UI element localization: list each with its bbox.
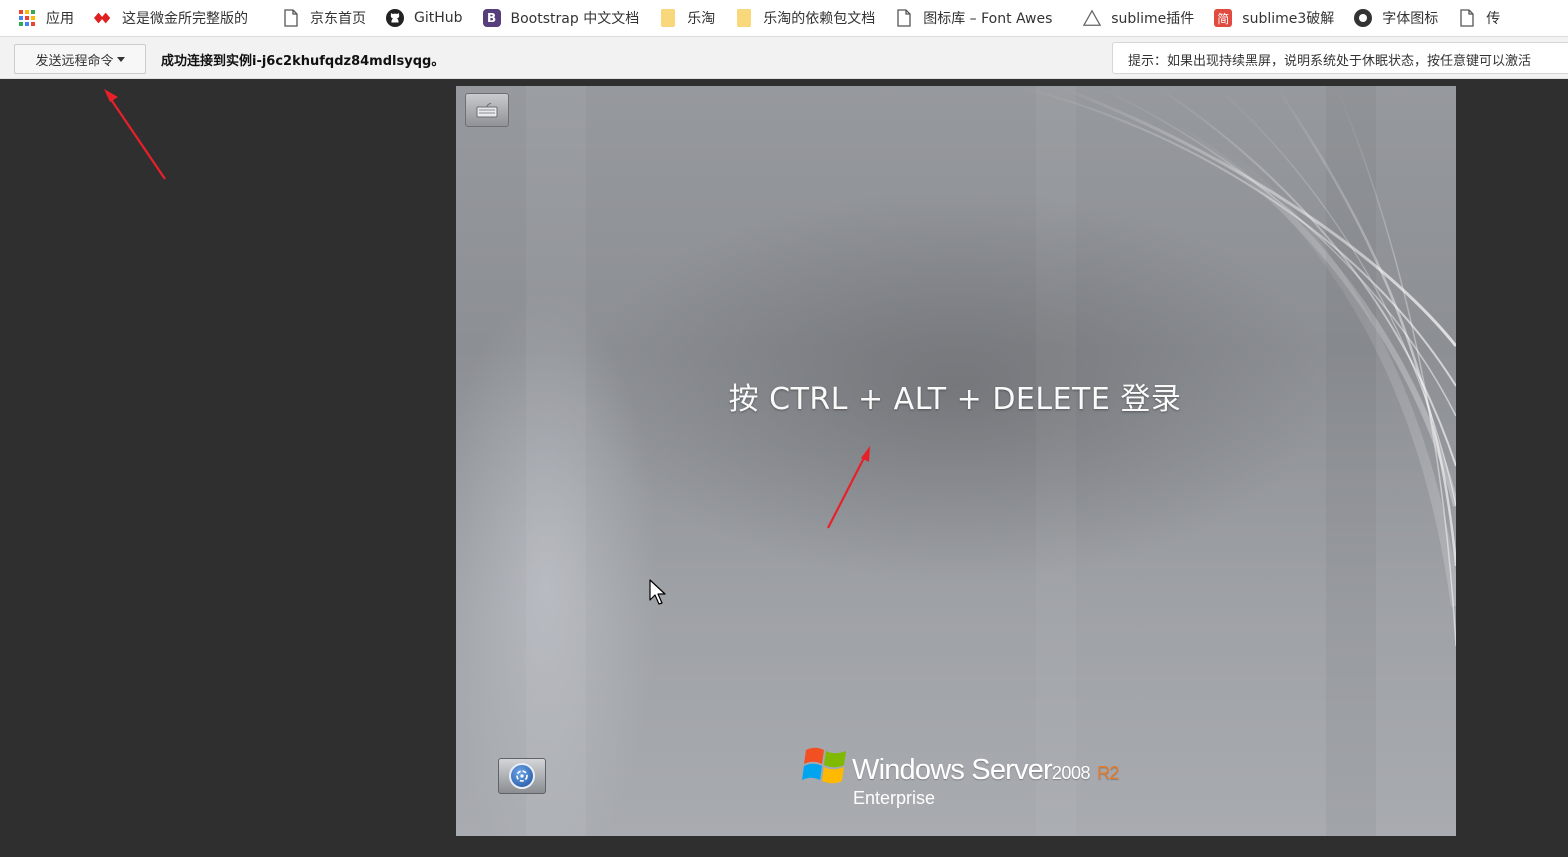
bookmark-label: 传	[1486, 11, 1501, 27]
bookmark-label: Bootstrap 中文文档	[510, 11, 640, 27]
bookmark-font-awesome[interactable]: 图标库 – Font Awes	[895, 8, 1063, 28]
caret-down-icon	[116, 56, 125, 62]
github-icon	[386, 9, 404, 27]
background-swirl	[526, 86, 1456, 836]
bookmark-label: GitHub	[414, 10, 463, 26]
folder-icon	[735, 9, 753, 27]
bookmark-letao[interactable]: 乐淘	[659, 8, 715, 28]
bookmark-github[interactable]: GitHub	[386, 9, 463, 27]
bookmark-jd[interactable]: 京东首页	[282, 8, 366, 28]
brand-edition: Enterprise	[853, 788, 936, 808]
folder-icon	[659, 9, 677, 27]
bootstrap-icon: B	[482, 9, 501, 27]
bookmark-weijin[interactable]: 这是微金所完整版的	[94, 8, 262, 28]
remote-screen[interactable]: 按 CTRL + ALT + DELETE 登录 Windows Server2…	[456, 86, 1456, 836]
bookmark-label: 应用	[46, 11, 74, 27]
bookmark-apps[interactable]: 应用	[18, 8, 74, 28]
bookmark-more[interactable]: 传	[1458, 8, 1500, 28]
windows-server-logo: Windows Server2008 R2 Enterprise	[802, 742, 1132, 812]
windows-flag-icon	[802, 747, 846, 784]
bookmarks-bar: 应用 这是微金所完整版的 京东首页 GitHub B Bootstrap 中文文…	[0, 0, 1568, 37]
bookmark-label: 图标库 – Font Awes	[923, 11, 1053, 27]
weijin-icon	[94, 9, 112, 27]
send-remote-command-label: 发送远程命令	[35, 53, 114, 69]
bookmark-label: 这是微金所完整版的	[122, 11, 248, 27]
connection-status: 成功连接到实例i-j6c2khufqdz84mdlsyqg。	[161, 54, 445, 69]
bookmark-font-icons[interactable]: 字体图标	[1354, 8, 1438, 28]
bookmark-label: sublime3破解	[1242, 11, 1335, 27]
bookmark-sublime-plugins[interactable]: sublime插件	[1083, 8, 1194, 28]
bookmark-label: 字体图标	[1382, 11, 1439, 27]
page-icon	[1458, 9, 1476, 27]
send-remote-command-button[interactable]: 发送远程命令	[14, 44, 146, 74]
ease-of-access-button[interactable]	[498, 758, 546, 794]
page-icon	[895, 9, 913, 27]
bookmark-label: 乐淘的依赖包文档	[763, 11, 876, 27]
remote-toolbar: 发送远程命令 成功连接到实例i-j6c2khufqdz84mdlsyqg。 提示…	[0, 37, 1568, 79]
bookmark-bootstrap[interactable]: B Bootstrap 中文文档	[482, 8, 640, 28]
brand-name: Windows Server2008 R2	[852, 754, 1119, 786]
ease-of-access-icon	[509, 763, 535, 789]
bookmark-sublime-crack[interactable]: 简 sublime3破解	[1214, 8, 1334, 28]
bookmark-label: 京东首页	[310, 11, 366, 27]
on-screen-keyboard-button[interactable]	[465, 93, 509, 127]
tip-message: 提示：如果出现持续黑屏，说明系统处于休眠状态，按任意键可以激活	[1112, 42, 1568, 74]
jian-icon: 简	[1214, 9, 1233, 27]
bookmark-label: 乐淘	[687, 11, 716, 27]
keyboard-icon	[476, 102, 498, 118]
page-icon	[282, 9, 300, 27]
font-icon	[1354, 9, 1373, 27]
bookmark-letao-docs[interactable]: 乐淘的依赖包文档	[735, 8, 875, 28]
ctrl-alt-delete-prompt: 按 CTRL + ALT + DELETE 登录	[728, 382, 1182, 417]
bookmark-label: sublime插件	[1111, 11, 1195, 27]
sublime-icon	[1083, 9, 1102, 27]
mouse-cursor-icon	[649, 579, 666, 605]
apps-grid-icon	[18, 9, 36, 27]
